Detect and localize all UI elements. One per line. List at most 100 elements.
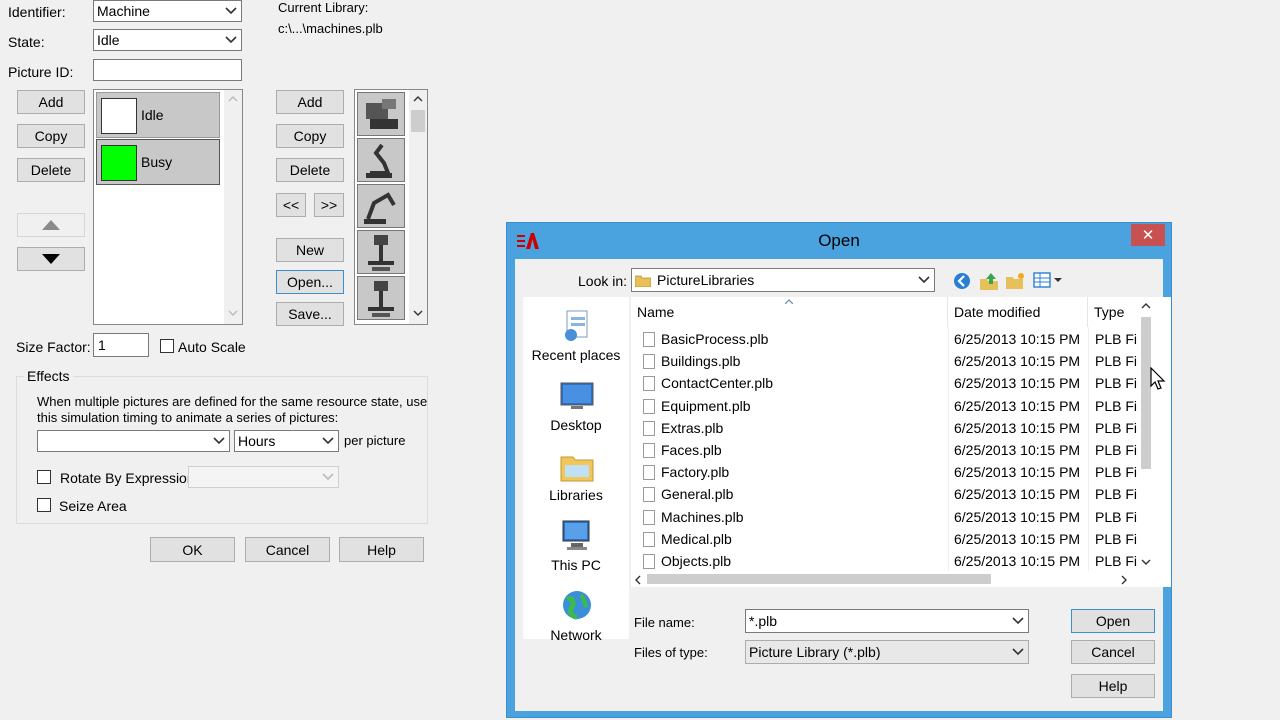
timing-combo[interactable] — [37, 430, 230, 452]
view-menu-icon[interactable] — [1033, 271, 1065, 292]
timing-unit-combo[interactable]: Hours — [234, 430, 339, 452]
state-combo[interactable]: Idle — [93, 29, 242, 51]
state-copy-button[interactable]: Copy — [17, 124, 85, 148]
close-icon: ✕ — [1141, 227, 1155, 244]
library-add-button[interactable]: Add — [276, 90, 344, 114]
new-folder-icon[interactable] — [1005, 271, 1025, 294]
place-network[interactable]: Network — [523, 587, 629, 653]
column-header-name[interactable]: Name — [631, 297, 948, 327]
picture-id-input[interactable] — [93, 59, 242, 81]
place-label: Recent places — [531, 347, 621, 363]
file-list[interactable]: Name Date modified Type BasicProcess.plb… — [631, 297, 1171, 587]
file-name-combo[interactable]: *.plb — [745, 609, 1029, 633]
file-date: 6/25/2013 10:15 PM — [954, 419, 1081, 436]
look-in-combo[interactable]: PictureLibraries — [631, 268, 935, 292]
file-row[interactable]: Faces.plb 6/25/2013 10:15 PM PLB File — [631, 440, 1171, 462]
scrollbar-thumb[interactable] — [647, 574, 991, 584]
triangle-up-icon — [42, 220, 60, 230]
file-icon — [643, 398, 655, 414]
open-library-button[interactable]: Open... — [276, 270, 344, 294]
file-date: 6/25/2013 10:15 PM — [954, 397, 1081, 414]
files-of-type-combo[interactable]: Picture Library (*.plb) — [745, 640, 1029, 664]
file-row[interactable]: Equipment.plb 6/25/2013 10:15 PM PLB File — [631, 396, 1171, 418]
scroll-right-icon — [1121, 575, 1127, 585]
file-list-horizontal-scrollbar[interactable] — [631, 571, 1155, 587]
file-date: 6/25/2013 10:15 PM — [954, 553, 1081, 569]
look-in-value: PictureLibraries — [657, 272, 755, 288]
size-factor-input[interactable]: 1 — [93, 333, 149, 357]
current-library-label: Current Library: — [278, 0, 369, 15]
column-divider — [1088, 327, 1089, 571]
machine-icon — [366, 99, 398, 129]
file-type: PLB File — [1095, 508, 1137, 525]
seize-area-checkbox[interactable] — [37, 498, 51, 512]
state-add-button[interactable]: Add — [17, 90, 85, 114]
up-folder-icon[interactable] — [979, 271, 999, 294]
place-label: Libraries — [549, 487, 603, 503]
dialog-cancel-button[interactable]: Cancel — [1071, 640, 1155, 664]
place-libraries[interactable]: Libraries — [523, 447, 629, 513]
library-picture[interactable] — [357, 184, 405, 228]
place-this-pc[interactable]: This PC — [523, 517, 629, 583]
file-row[interactable]: General.plb 6/25/2013 10:15 PM PLB File — [631, 484, 1171, 506]
file-type: PLB File — [1095, 375, 1137, 392]
move-down-button[interactable] — [17, 247, 85, 271]
file-row[interactable]: Extras.plb 6/25/2013 10:15 PM PLB File — [631, 418, 1171, 440]
ok-button[interactable]: OK — [150, 537, 235, 562]
place-desktop[interactable]: Desktop — [523, 377, 629, 443]
state-item-busy[interactable]: Busy — [96, 139, 220, 185]
move-up-button[interactable] — [17, 213, 85, 237]
file-row[interactable]: Factory.plb 6/25/2013 10:15 PM PLB File — [631, 462, 1171, 484]
file-list-vertical-scrollbar[interactable] — [1137, 297, 1155, 571]
state-picture-list[interactable]: Idle Busy — [93, 89, 243, 325]
library-picture[interactable] — [357, 92, 405, 136]
open-button[interactable]: Open — [1071, 609, 1155, 633]
drill-press-icon — [368, 235, 394, 271]
file-type: PLB File — [1095, 331, 1137, 347]
current-library-path: c:\...\machines.plb — [278, 21, 383, 36]
auto-scale-checkbox[interactable] — [160, 339, 174, 353]
identifier-combo[interactable]: Machine — [93, 0, 242, 22]
file-row[interactable]: BasicProcess.plb 6/25/2013 10:15 PM PLB Fi… — [631, 329, 1171, 351]
help-button[interactable]: Help — [339, 537, 424, 562]
library-picture[interactable] — [357, 230, 405, 274]
desktop-icon — [559, 379, 595, 413]
dialog-help-button[interactable]: Help — [1071, 674, 1155, 698]
library-list-scrollbar[interactable] — [409, 90, 427, 324]
previous-button[interactable]: << — [276, 193, 306, 217]
effects-description-line-1: When multiple pictures are defined for t… — [37, 394, 428, 409]
rotate-expression-combo[interactable] — [188, 466, 339, 488]
library-copy-button[interactable]: Copy — [276, 124, 344, 148]
file-row[interactable]: ContactCenter.plb 6/25/2013 10:15 PM PLB F… — [631, 373, 1171, 395]
back-icon[interactable] — [953, 272, 971, 293]
next-button[interactable]: >> — [314, 193, 344, 217]
file-name: Medical.plb — [661, 530, 732, 547]
file-row[interactable]: Medical.plb 6/25/2013 10:15 PM PLB File — [631, 529, 1171, 551]
state-list-scrollbar[interactable] — [224, 90, 242, 324]
file-icon — [643, 376, 655, 392]
new-library-button[interactable]: New — [276, 238, 344, 262]
library-picture[interactable] — [357, 138, 405, 182]
library-picture-list[interactable] — [354, 89, 428, 325]
file-name: Faces.plb — [661, 442, 722, 458]
library-delete-button[interactable]: Delete — [276, 158, 344, 182]
close-button[interactable]: ✕ — [1131, 224, 1165, 246]
state-delete-button[interactable]: Delete — [17, 158, 85, 182]
rotate-checkbox[interactable] — [37, 470, 51, 484]
file-row[interactable]: Objects.plb 6/25/2013 10:15 PM PLB File — [631, 551, 1171, 573]
open-dialog: Open ✕ Look in: PictureLibraries Recent … — [506, 222, 1172, 718]
place-label: Network — [550, 627, 602, 643]
state-item-idle[interactable]: Idle — [96, 92, 220, 138]
state-label: State: — [8, 34, 45, 50]
place-recent-places[interactable]: Recent places — [523, 307, 629, 373]
look-in-label: Look in: — [578, 273, 628, 289]
cancel-button[interactable]: Cancel — [245, 537, 330, 562]
file-row[interactable]: Machines.plb 6/25/2013 10:15 PM PLB File — [631, 507, 1171, 529]
file-date: 6/25/2013 10:15 PM — [954, 486, 1081, 503]
file-row[interactable]: Buildings.plb 6/25/2013 10:15 PM PLB File — [631, 351, 1171, 373]
scrollbar-thumb[interactable] — [411, 110, 425, 132]
library-picture[interactable] — [357, 276, 405, 320]
state-swatch — [101, 98, 137, 134]
save-library-button[interactable]: Save... — [276, 302, 344, 326]
column-header-date[interactable]: Date modified — [948, 297, 1088, 327]
